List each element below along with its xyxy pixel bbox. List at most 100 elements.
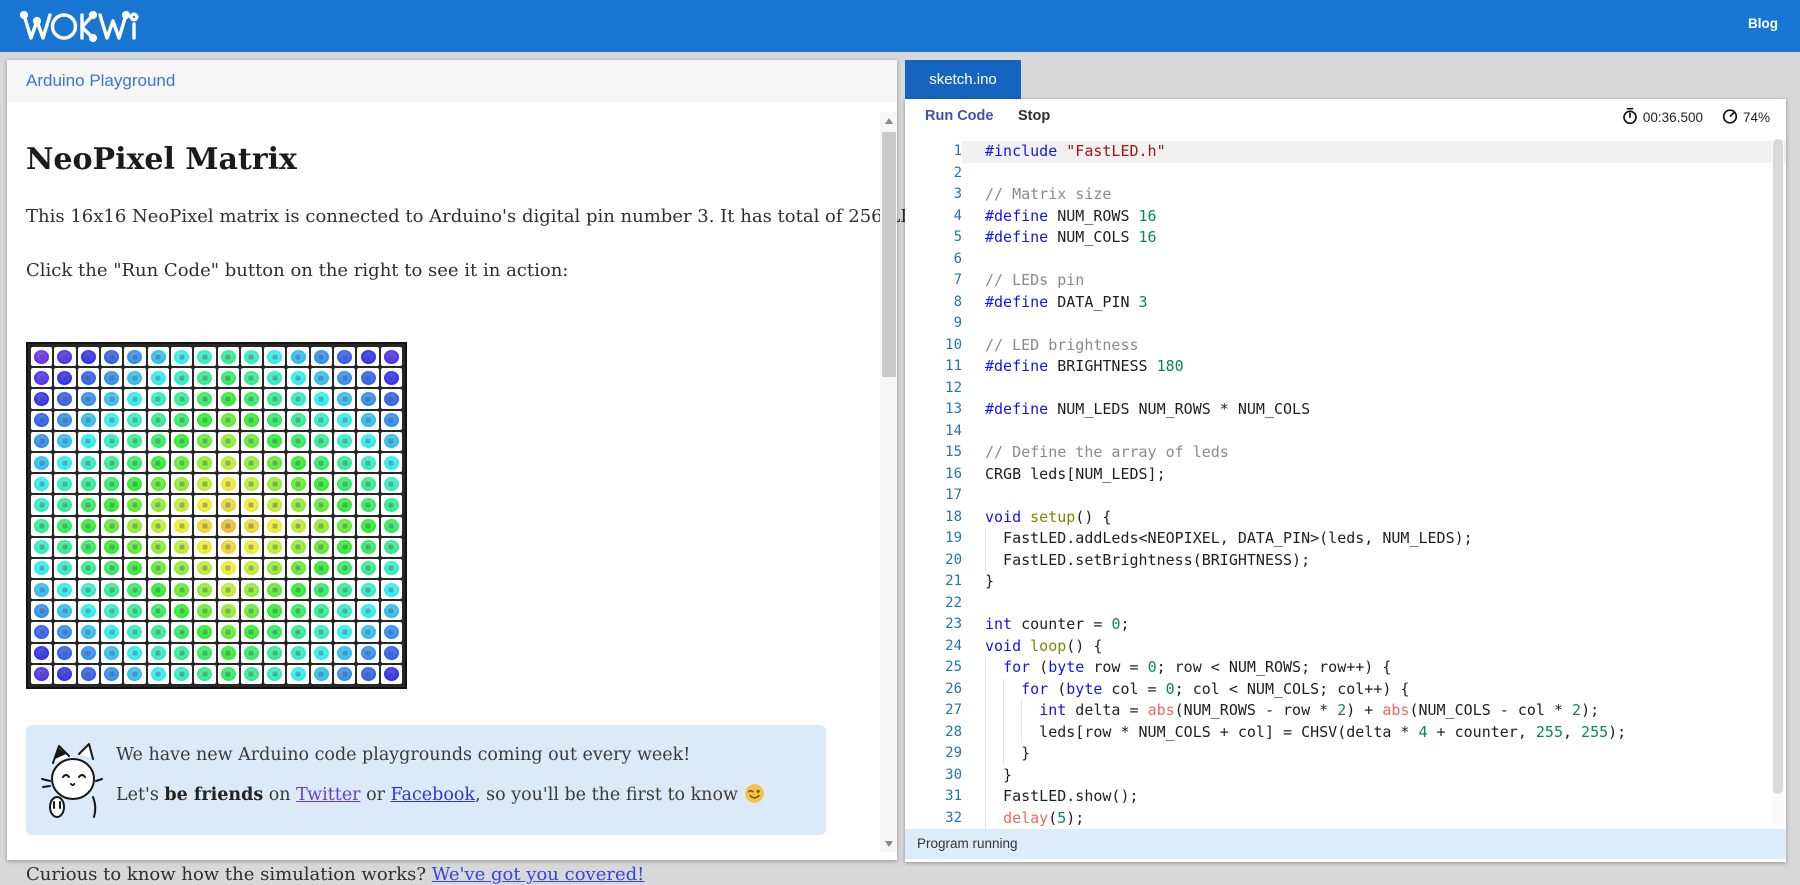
editor-scrollbar-thumb[interactable] xyxy=(1773,139,1783,794)
left-scrollbar-thumb[interactable] xyxy=(882,132,896,377)
led xyxy=(218,517,239,536)
led xyxy=(264,580,285,599)
led xyxy=(218,644,239,663)
led xyxy=(381,432,402,451)
led xyxy=(194,411,215,430)
led xyxy=(264,517,285,536)
led xyxy=(124,474,145,493)
led xyxy=(381,622,402,641)
led xyxy=(194,665,215,684)
led xyxy=(381,665,402,684)
led xyxy=(194,347,215,366)
led xyxy=(54,474,75,493)
led xyxy=(171,601,192,620)
breadcrumb-arduino-playground[interactable]: Arduino Playground xyxy=(26,71,175,91)
led xyxy=(148,538,169,557)
led xyxy=(54,538,75,557)
breadcrumb-bar: Arduino Playground xyxy=(7,60,897,102)
led xyxy=(357,495,378,514)
led xyxy=(357,517,378,536)
led xyxy=(101,538,122,557)
led xyxy=(194,432,215,451)
led xyxy=(264,665,285,684)
led xyxy=(171,474,192,493)
blog-link[interactable]: Blog xyxy=(1748,16,1778,31)
led xyxy=(241,517,262,536)
status-bar: Program running xyxy=(905,829,1786,859)
code-line: 8#define DATA_PIN 3 xyxy=(905,292,1786,314)
led xyxy=(311,453,332,472)
code-editor[interactable]: 1#include "FastLED.h"23// Matrix size4#d… xyxy=(905,135,1786,830)
stop-button[interactable]: Stop xyxy=(1018,108,1050,124)
cpu-percentage: 74% xyxy=(1743,110,1770,125)
led xyxy=(148,347,169,366)
led xyxy=(264,368,285,387)
led xyxy=(264,644,285,663)
led xyxy=(241,368,262,387)
twitter-link[interactable]: Twitter xyxy=(296,785,360,805)
scroll-down-arrow[interactable] xyxy=(880,835,897,852)
page-title: NeoPixel Matrix xyxy=(26,142,297,177)
info-line2-suffix: , so you'll be the first to know xyxy=(475,785,744,805)
led xyxy=(171,368,192,387)
led xyxy=(334,538,355,557)
led xyxy=(264,559,285,578)
led xyxy=(31,622,52,641)
run-code-button[interactable]: Run Code xyxy=(925,108,993,124)
led xyxy=(334,622,355,641)
led xyxy=(171,411,192,430)
led xyxy=(357,432,378,451)
led xyxy=(101,347,122,366)
be-friends-text: be friends xyxy=(164,785,263,805)
led xyxy=(171,559,192,578)
tab-sketch-ino[interactable]: sketch.ino xyxy=(905,60,1021,99)
led xyxy=(218,559,239,578)
scroll-up-arrow[interactable] xyxy=(880,112,897,129)
left-panel-scrollbar[interactable] xyxy=(880,112,897,852)
led xyxy=(148,644,169,663)
led xyxy=(381,347,402,366)
code-line: 13#define NUM_LEDS NUM_ROWS * NUM_COLS xyxy=(905,399,1786,421)
led xyxy=(78,411,99,430)
facebook-link[interactable]: Facebook xyxy=(391,785,475,805)
led xyxy=(54,368,75,387)
led xyxy=(357,559,378,578)
code-line: 4#define NUM_ROWS 16 xyxy=(905,206,1786,228)
led xyxy=(334,517,355,536)
led xyxy=(357,538,378,557)
led xyxy=(171,453,192,472)
led xyxy=(171,432,192,451)
code-line: 11#define BRIGHTNESS 180 xyxy=(905,356,1786,378)
led xyxy=(381,495,402,514)
led xyxy=(218,580,239,599)
led xyxy=(101,517,122,536)
led xyxy=(287,411,308,430)
led xyxy=(148,495,169,514)
led xyxy=(334,368,355,387)
led xyxy=(241,538,262,557)
code-line: 23int counter = 0; xyxy=(905,614,1786,636)
editor-scrollbar[interactable] xyxy=(1772,139,1784,824)
led xyxy=(287,347,308,366)
led xyxy=(54,665,75,684)
led xyxy=(264,453,285,472)
info-line2-prefix: Let's xyxy=(116,785,164,805)
led xyxy=(124,538,145,557)
led xyxy=(287,432,308,451)
led xyxy=(101,622,122,641)
led xyxy=(311,580,332,599)
playground-doc-panel: Arduino Playground NeoPixel Matrix This … xyxy=(7,60,897,860)
led xyxy=(311,411,332,430)
led xyxy=(101,580,122,599)
led xyxy=(287,474,308,493)
led xyxy=(171,347,192,366)
wokwi-logo[interactable] xyxy=(20,8,150,49)
led xyxy=(241,474,262,493)
code-line: 21} xyxy=(905,571,1786,593)
editor-toolbar: Run Code Stop 00:36.500 74% xyxy=(905,99,1786,135)
wokwi-logo-icon xyxy=(20,8,150,44)
code-line: 15// Define the array of leds xyxy=(905,442,1786,464)
code-line: 10// LED brightness xyxy=(905,335,1786,357)
led xyxy=(78,432,99,451)
covered-link[interactable]: We've got you covered! xyxy=(432,864,645,885)
